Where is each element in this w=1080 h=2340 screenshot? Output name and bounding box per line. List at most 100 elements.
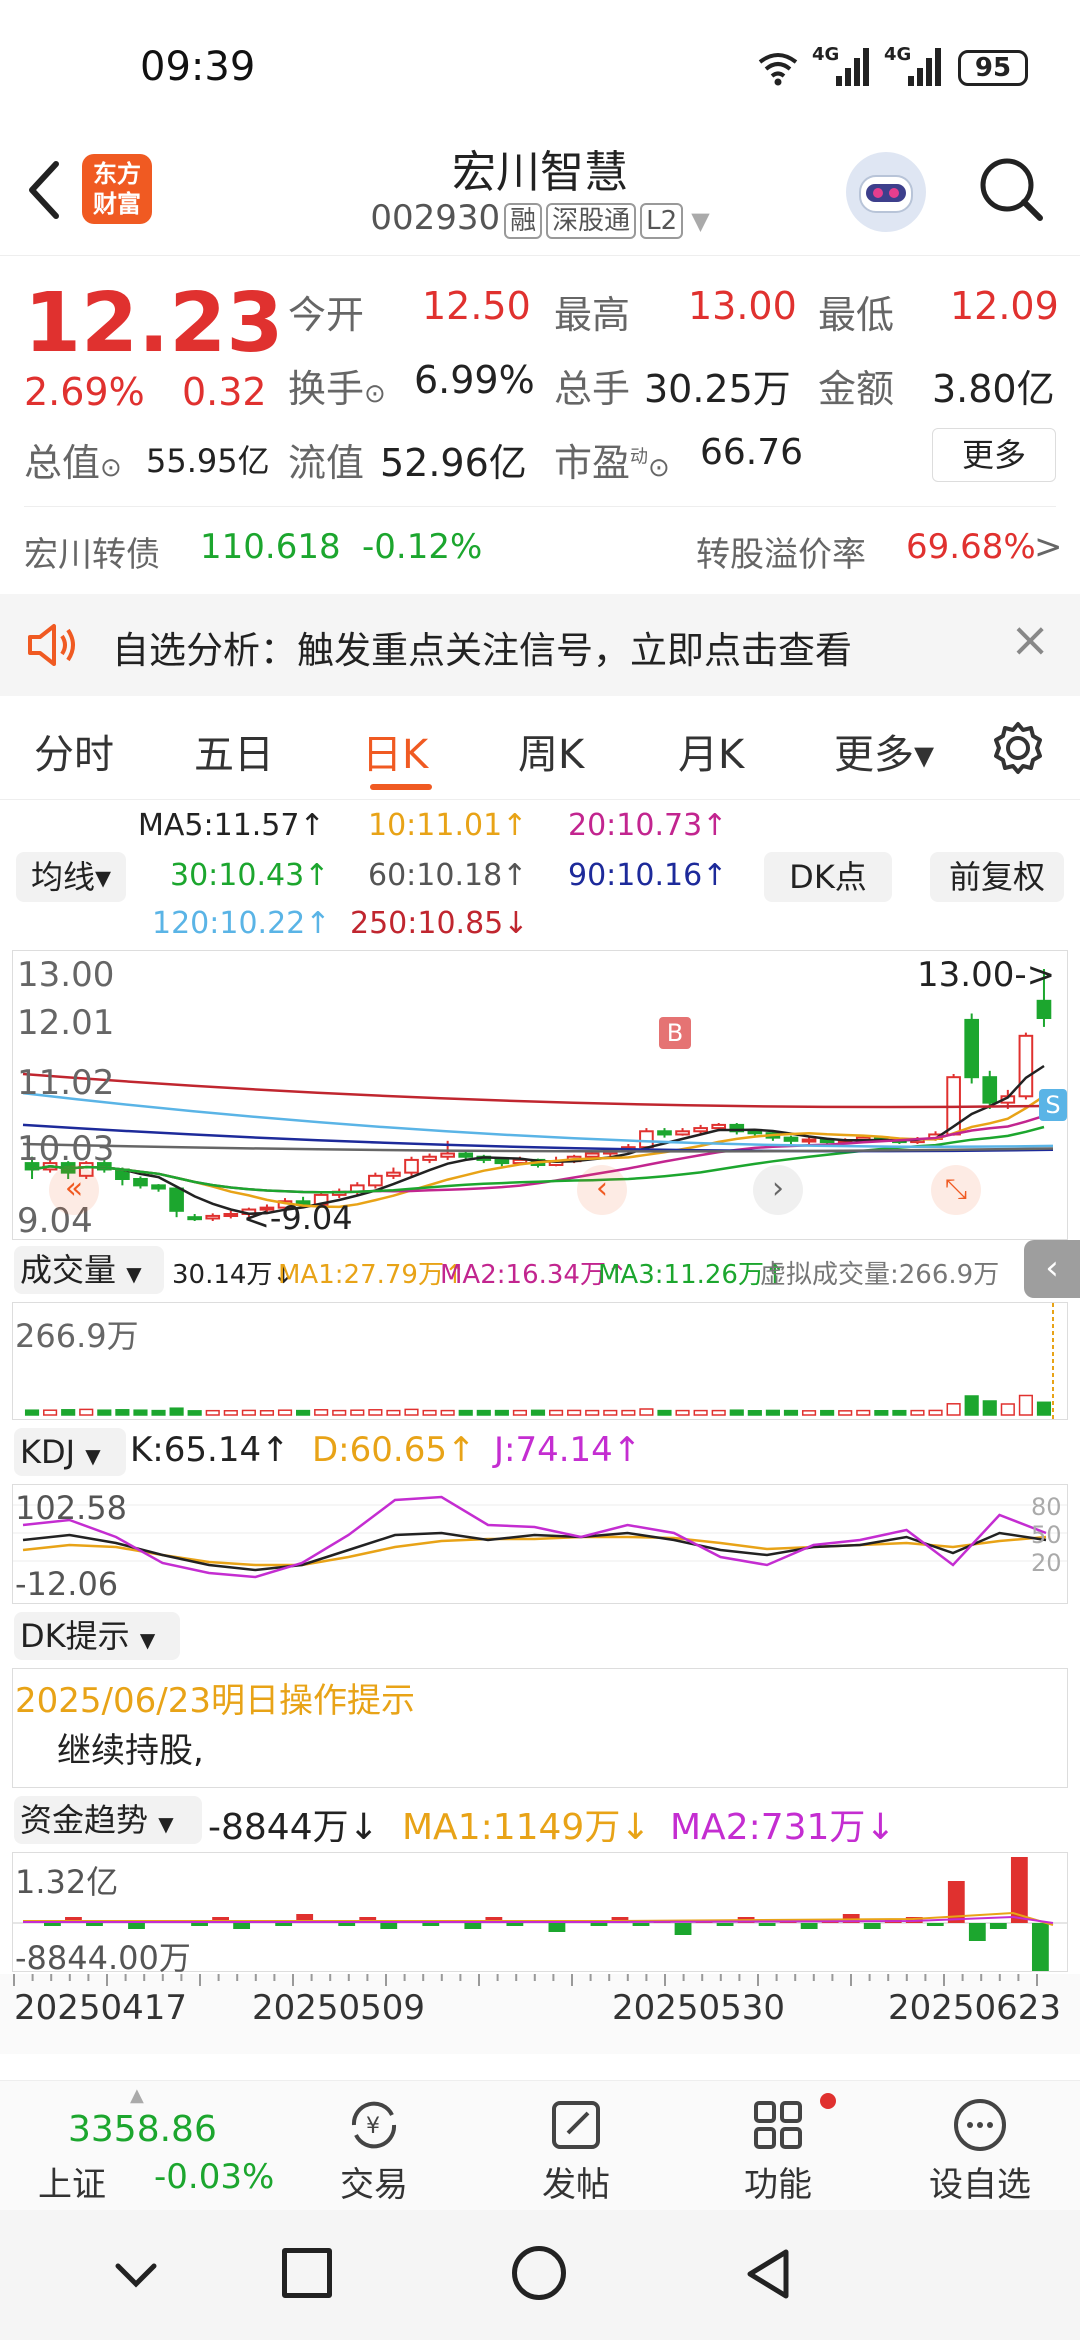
volume-chart[interactable]: 266.9万 [12, 1302, 1068, 1420]
caret-down-icon: ▼ [85, 1444, 101, 1468]
caret-down-icon: ▼ [126, 1262, 142, 1286]
nav-functions[interactable]: 功能 [698, 2093, 858, 2206]
candle-body [657, 1130, 672, 1136]
kdj-selector[interactable]: KDJ ▼ [14, 1428, 126, 1476]
tab-more[interactable]: 更多▾ [834, 722, 934, 780]
nav-add-watchlist[interactable]: 设自选 [900, 2095, 1060, 2206]
home-circle-icon[interactable] [512, 2246, 566, 2300]
analysis-notice-bar[interactable]: 自选分析：触发重点关注信号，立即点击查看 × [0, 594, 1080, 696]
market-cap-label: 总值⊙ [24, 432, 122, 487]
volume-svg [24, 1303, 1054, 1419]
volume-bar [1018, 1394, 1033, 1416]
close-icon[interactable]: × [1010, 612, 1050, 668]
scroll-left-icon[interactable]: « [49, 1165, 99, 1215]
volume-bar [639, 1408, 654, 1416]
chevron-down-icon[interactable] [108, 2250, 164, 2300]
nav-post[interactable]: 发帖 [496, 2095, 656, 2206]
fund-bar [422, 1923, 440, 1926]
chevron-left-icon[interactable]: ‹ [577, 1165, 627, 1215]
more-quote-button[interactable]: 更多 [932, 428, 1056, 482]
settings-gear-icon[interactable] [990, 720, 1046, 776]
tab-five-day[interactable]: 五日 [194, 722, 274, 780]
recent-apps-square-icon[interactable] [282, 2248, 332, 2298]
price-axis-label-1: 13.00 [17, 955, 115, 995]
candle-body [205, 1214, 221, 1220]
dropdown-caret-icon: ▼ [691, 207, 710, 235]
date-label-4: 20250623 [888, 1988, 1062, 2028]
tab-monthly-k[interactable]: 月K [678, 722, 744, 780]
search-icon[interactable] [976, 154, 1046, 224]
kdj-k-value: K:65.14↑ [130, 1430, 290, 1470]
index-name: 上证 [38, 2165, 106, 2205]
kdj-axis-top: 102.58 [15, 1489, 127, 1527]
volume-bar [79, 1408, 94, 1416]
volume-selector[interactable]: 成交量 ▼ [14, 1246, 164, 1294]
dk-tip-selector[interactable]: DK提示 ▼ [14, 1612, 180, 1660]
chevron-right-icon[interactable]: › [753, 1165, 803, 1215]
volume-bar [856, 1409, 871, 1416]
tab-weekly-k[interactable]: 周K [518, 722, 584, 780]
ma-selector-button[interactable]: 均线▾ [16, 852, 126, 902]
volume-bar [205, 1409, 220, 1416]
volume-bar [259, 1410, 275, 1416]
change-amount: 0.32 [182, 370, 267, 414]
candle-body [1018, 1034, 1034, 1098]
pe-label: 市盈动⊙ [554, 432, 670, 487]
volume-bar [241, 1409, 256, 1416]
sell-marker[interactable]: S [1039, 1089, 1067, 1121]
status-time: 09:39 [140, 44, 256, 90]
tab-active-indicator [370, 784, 432, 790]
price-adjust-button[interactable]: 前复权 [930, 852, 1064, 902]
volume-bar [277, 1409, 293, 1416]
pe-label-text: 市盈 [554, 441, 631, 485]
volume-bar [711, 1409, 726, 1416]
ma250-legend: 250:10.85↓ [350, 906, 529, 941]
tab-daily-k[interactable]: 日K [362, 722, 428, 780]
change-percent: 2.69% [24, 370, 145, 414]
volume-ma1: MA1:27.79万↑ [278, 1260, 466, 1290]
robot-assistant-icon[interactable] [846, 152, 926, 232]
fund-trend-ma1: MA1:1149万↓ [402, 1807, 651, 1848]
premium-label: 转股溢价率 [696, 535, 866, 575]
volume-bar [350, 1409, 365, 1416]
fund-trend-chart[interactable]: 1.32亿 -8844.00万 [12, 1852, 1068, 1977]
volume-bar [97, 1409, 112, 1416]
bond-price: 110.618 [200, 527, 341, 567]
volume-bar [621, 1409, 636, 1416]
volume-bar [115, 1409, 130, 1416]
caret-up-icon: ▲ [130, 2085, 144, 2106]
date-label-2: 20250509 [252, 1988, 426, 2028]
candle-body [422, 1155, 437, 1161]
kdj-svg [13, 1495, 1067, 1579]
kdj-chart[interactable]: 102.58 -12.06 80 50 20 [12, 1484, 1068, 1604]
candle-body [494, 1158, 510, 1165]
volume-bar [585, 1409, 600, 1416]
volume-bar [296, 1409, 311, 1416]
wifi-icon [756, 48, 800, 88]
float-cap-value: 52.96亿 [380, 441, 527, 485]
dk-tip-advice: 继续持股, [57, 1731, 204, 1771]
back-triangle-icon[interactable] [742, 2246, 796, 2302]
volume-bar [838, 1410, 853, 1416]
index-ticker[interactable]: ▲ 3358.86 上证 -0.03% [24, 2085, 284, 2205]
tab-intraday[interactable]: 分时 [34, 722, 114, 780]
edit-icon [496, 2095, 656, 2157]
fund-trend-selector[interactable]: 资金趋势 ▼ [14, 1796, 202, 1844]
kline-chart[interactable]: 13.00 12.01 11.02 10.03 9.04 13.00-> <-9… [12, 950, 1068, 1241]
network-type-2: 4G [884, 44, 912, 65]
candle-body [711, 1123, 727, 1130]
candle-body [386, 1171, 401, 1177]
volume-value: 30.14万↓ [172, 1260, 295, 1290]
volume-bar [386, 1409, 401, 1416]
high-price-note: 13.00-> [917, 955, 1056, 995]
expand-icon[interactable]: ⤡ [931, 1165, 981, 1215]
candle-body [440, 1152, 455, 1158]
nav-trade[interactable]: ¥ 交易 [294, 2095, 454, 2206]
kdj-axis-bottom: -12.06 [15, 1565, 119, 1603]
buy-marker[interactable]: B [659, 1017, 691, 1049]
collapse-tab-icon[interactable]: ‹ [1024, 1240, 1080, 1298]
fund-bar [674, 1923, 692, 1935]
info-icon: ⊙ [100, 453, 122, 483]
convertible-bond-row[interactable]: 宏川转债 110.618 -0.12% 转股溢价率 69.68% > [24, 506, 1063, 586]
dk-point-button[interactable]: DK点 [764, 852, 892, 902]
